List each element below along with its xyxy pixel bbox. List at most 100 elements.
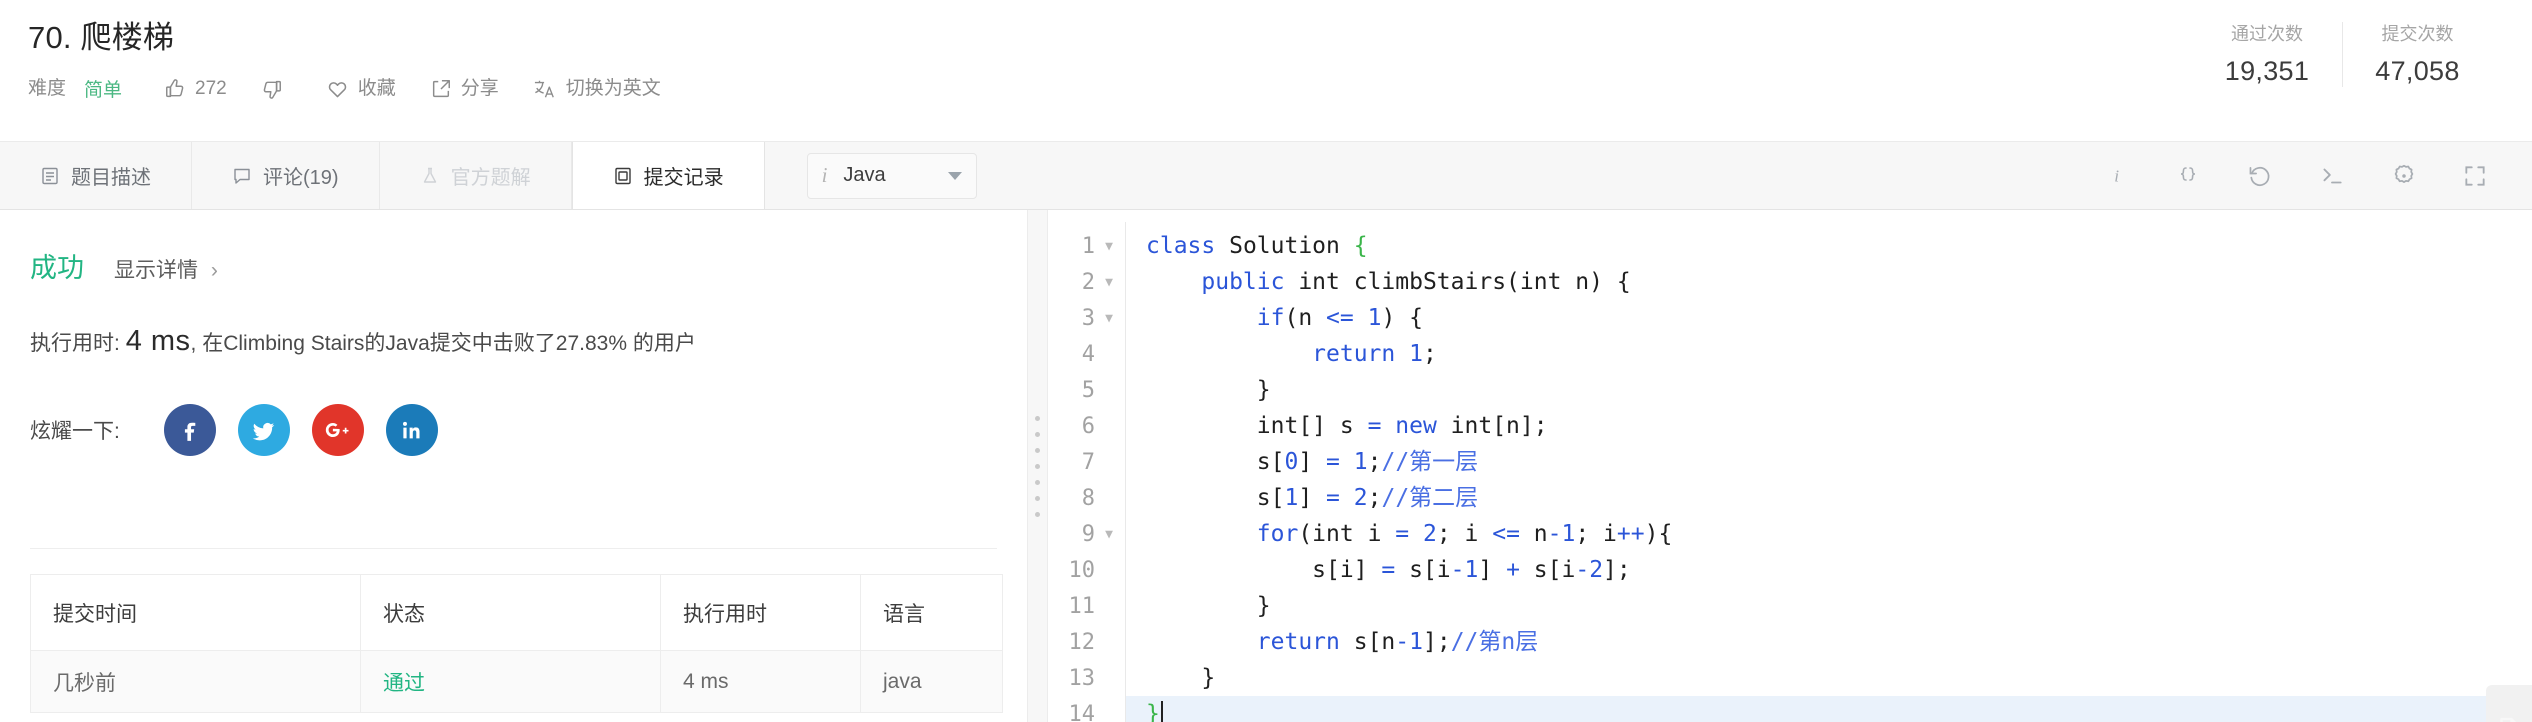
code-token: 1 — [1409, 629, 1423, 655]
code-line[interactable]: return 1; — [1126, 336, 2532, 372]
side-panel-toggle[interactable] — [2486, 685, 2532, 722]
code-line[interactable]: for (int i = 2; i <= n -1; i ++){ — [1126, 516, 2532, 552]
translate-button[interactable]: 切换为英文 — [533, 78, 661, 100]
reset-icon[interactable] — [2246, 163, 2274, 189]
like-count: 272 — [195, 78, 227, 100]
submission-result-panel: 成功 显示详情 › 执行用时: 4 ms, 在Climbing Stairs的J… — [0, 210, 1028, 722]
stat-accepted-value: 19,351 — [2224, 56, 2310, 87]
code-token: ]; — [1603, 557, 1631, 583]
column-header-status[interactable]: 状态 — [360, 574, 661, 651]
code-line[interactable]: int[] s = new int[n]; — [1126, 408, 2532, 444]
google-plus-share-button[interactable] — [311, 404, 364, 456]
cell-status[interactable]: 通过 — [360, 650, 661, 713]
favorite-button[interactable]: 收藏 — [326, 77, 396, 100]
column-header-language[interactable]: 语言 — [860, 574, 1003, 651]
code-token: ] — [1478, 557, 1507, 583]
twitter-share-button[interactable] — [237, 404, 290, 456]
thumbs-up-icon — [164, 78, 186, 100]
code-token: int[n]; — [1450, 413, 1548, 439]
code-line[interactable]: s[0] = 1;//第一层 — [1126, 444, 2532, 480]
tabstrip-spacer — [976, 142, 2104, 209]
code-token: } — [1146, 377, 1271, 403]
panel-divider — [30, 548, 997, 549]
code-token: 0 — [1284, 449, 1299, 475]
column-header-time[interactable]: 提交时间 — [30, 574, 361, 651]
share-button[interactable]: 分享 — [430, 78, 499, 100]
line-number-text: 4 — [1081, 341, 1095, 367]
code-token: <= — [1326, 305, 1354, 331]
tab-official-solution[interactable]: 官方题解 — [379, 142, 572, 209]
code-token: = — [1367, 413, 1382, 439]
code-line[interactable]: s[1] = 2;//第二层 — [1126, 480, 2532, 516]
code-line[interactable]: } — [1126, 372, 2532, 408]
panel-resize-handle[interactable] — [1028, 210, 1048, 722]
stat-accepted: 通过次数 19,351 — [2192, 22, 2342, 87]
fullscreen-icon[interactable] — [2462, 163, 2488, 189]
result-header: 成功 显示详情 › — [0, 210, 1027, 285]
code-token: //第n层 — [1450, 629, 1539, 655]
code-line[interactable]: } — [1126, 588, 2532, 624]
tab-description[interactable]: 题目描述 — [0, 142, 192, 209]
code-line[interactable]: public int climbStairs(int n) { — [1126, 264, 2532, 300]
fold-triangle-icon[interactable]: ▼ — [1101, 239, 1117, 254]
chevron-down-icon — [947, 171, 962, 180]
facebook-share-button[interactable] — [163, 404, 216, 456]
handle-dot — [1035, 479, 1040, 485]
problem-number: 70. — [28, 20, 72, 55]
code-line[interactable]: } — [1126, 660, 2532, 696]
line-number: 9 ▼ — [1048, 516, 1125, 552]
linkedin-share-button[interactable] — [385, 404, 438, 456]
submissions-table-body: 几秒前 通过 4 ms java — [30, 650, 1003, 713]
fold-triangle-icon[interactable]: ▼ — [1101, 527, 1117, 542]
settings-gear-icon[interactable] — [2390, 162, 2418, 190]
like-button[interactable]: 272 — [164, 78, 227, 100]
code-token: } — [1146, 701, 1160, 722]
code-token: - — [1450, 557, 1465, 583]
language-select-value: Java — [843, 164, 886, 186]
show-detail-link[interactable]: 显示详情 › — [114, 254, 218, 284]
tab-comments-label: 评论(19) — [263, 167, 339, 189]
fold-triangle-icon[interactable]: ▼ — [1101, 311, 1117, 326]
dislike-button[interactable] — [261, 78, 292, 100]
info-icon: i — [821, 163, 828, 187]
share-label: 分享 — [460, 78, 499, 100]
info-icon[interactable]: i — [2104, 163, 2130, 189]
code-token: ] — [1298, 449, 1327, 475]
code-token: ; i — [1436, 521, 1493, 547]
show-detail-label: 显示详情 — [114, 259, 198, 282]
fold-triangle-icon[interactable]: ▼ — [1101, 275, 1117, 290]
handle-dot — [1035, 415, 1040, 421]
line-number: 10▼ — [1048, 552, 1125, 588]
code-line[interactable]: if (n <= 1) { — [1126, 300, 2532, 336]
code-line[interactable]: class Solution { — [1126, 228, 2532, 264]
code-line[interactable]: s[i] = s[i -1] + s[i -2]; — [1126, 552, 2532, 588]
tab-comments[interactable]: 评论(19) — [192, 142, 380, 209]
code-token: 2 — [1353, 485, 1368, 511]
code-token: = — [1395, 521, 1410, 547]
code-token: ; — [1367, 449, 1382, 475]
code-token: s[i] — [1146, 557, 1382, 583]
runtime-summary: 执行用时: 4 ms, 在Climbing Stairs的Java提交中击败了2… — [0, 325, 1027, 358]
table-row[interactable]: 几秒前 通过 4 ms java — [30, 650, 1003, 713]
code-editor[interactable]: 1▼2▼3▼4▼5▼6▼7▼8▼9▼10▼11▼12▼13▼14▼ class … — [1048, 210, 2532, 722]
language-select[interactable]: i Java — [806, 152, 977, 199]
tab-submissions[interactable]: 提交记录 — [571, 142, 765, 209]
code-token: = — [1326, 485, 1340, 511]
code-token: if — [1256, 305, 1285, 331]
format-braces-icon[interactable] — [2174, 163, 2202, 189]
console-icon[interactable] — [2318, 163, 2346, 189]
editor-code-area[interactable]: class Solution { public int climbStairs(… — [1126, 222, 2532, 722]
column-header-runtime[interactable]: 执行用时 — [660, 574, 861, 651]
code-line[interactable]: } — [1126, 696, 2532, 722]
code-line[interactable]: return s[n -1];//第n层 — [1126, 624, 2532, 660]
code-token: 2 — [1589, 557, 1604, 583]
line-number: 13▼ — [1048, 660, 1125, 696]
translate-label: 切换为英文 — [565, 78, 661, 100]
code-token: //第二层 — [1381, 485, 1479, 511]
code-token: = — [1381, 557, 1396, 583]
